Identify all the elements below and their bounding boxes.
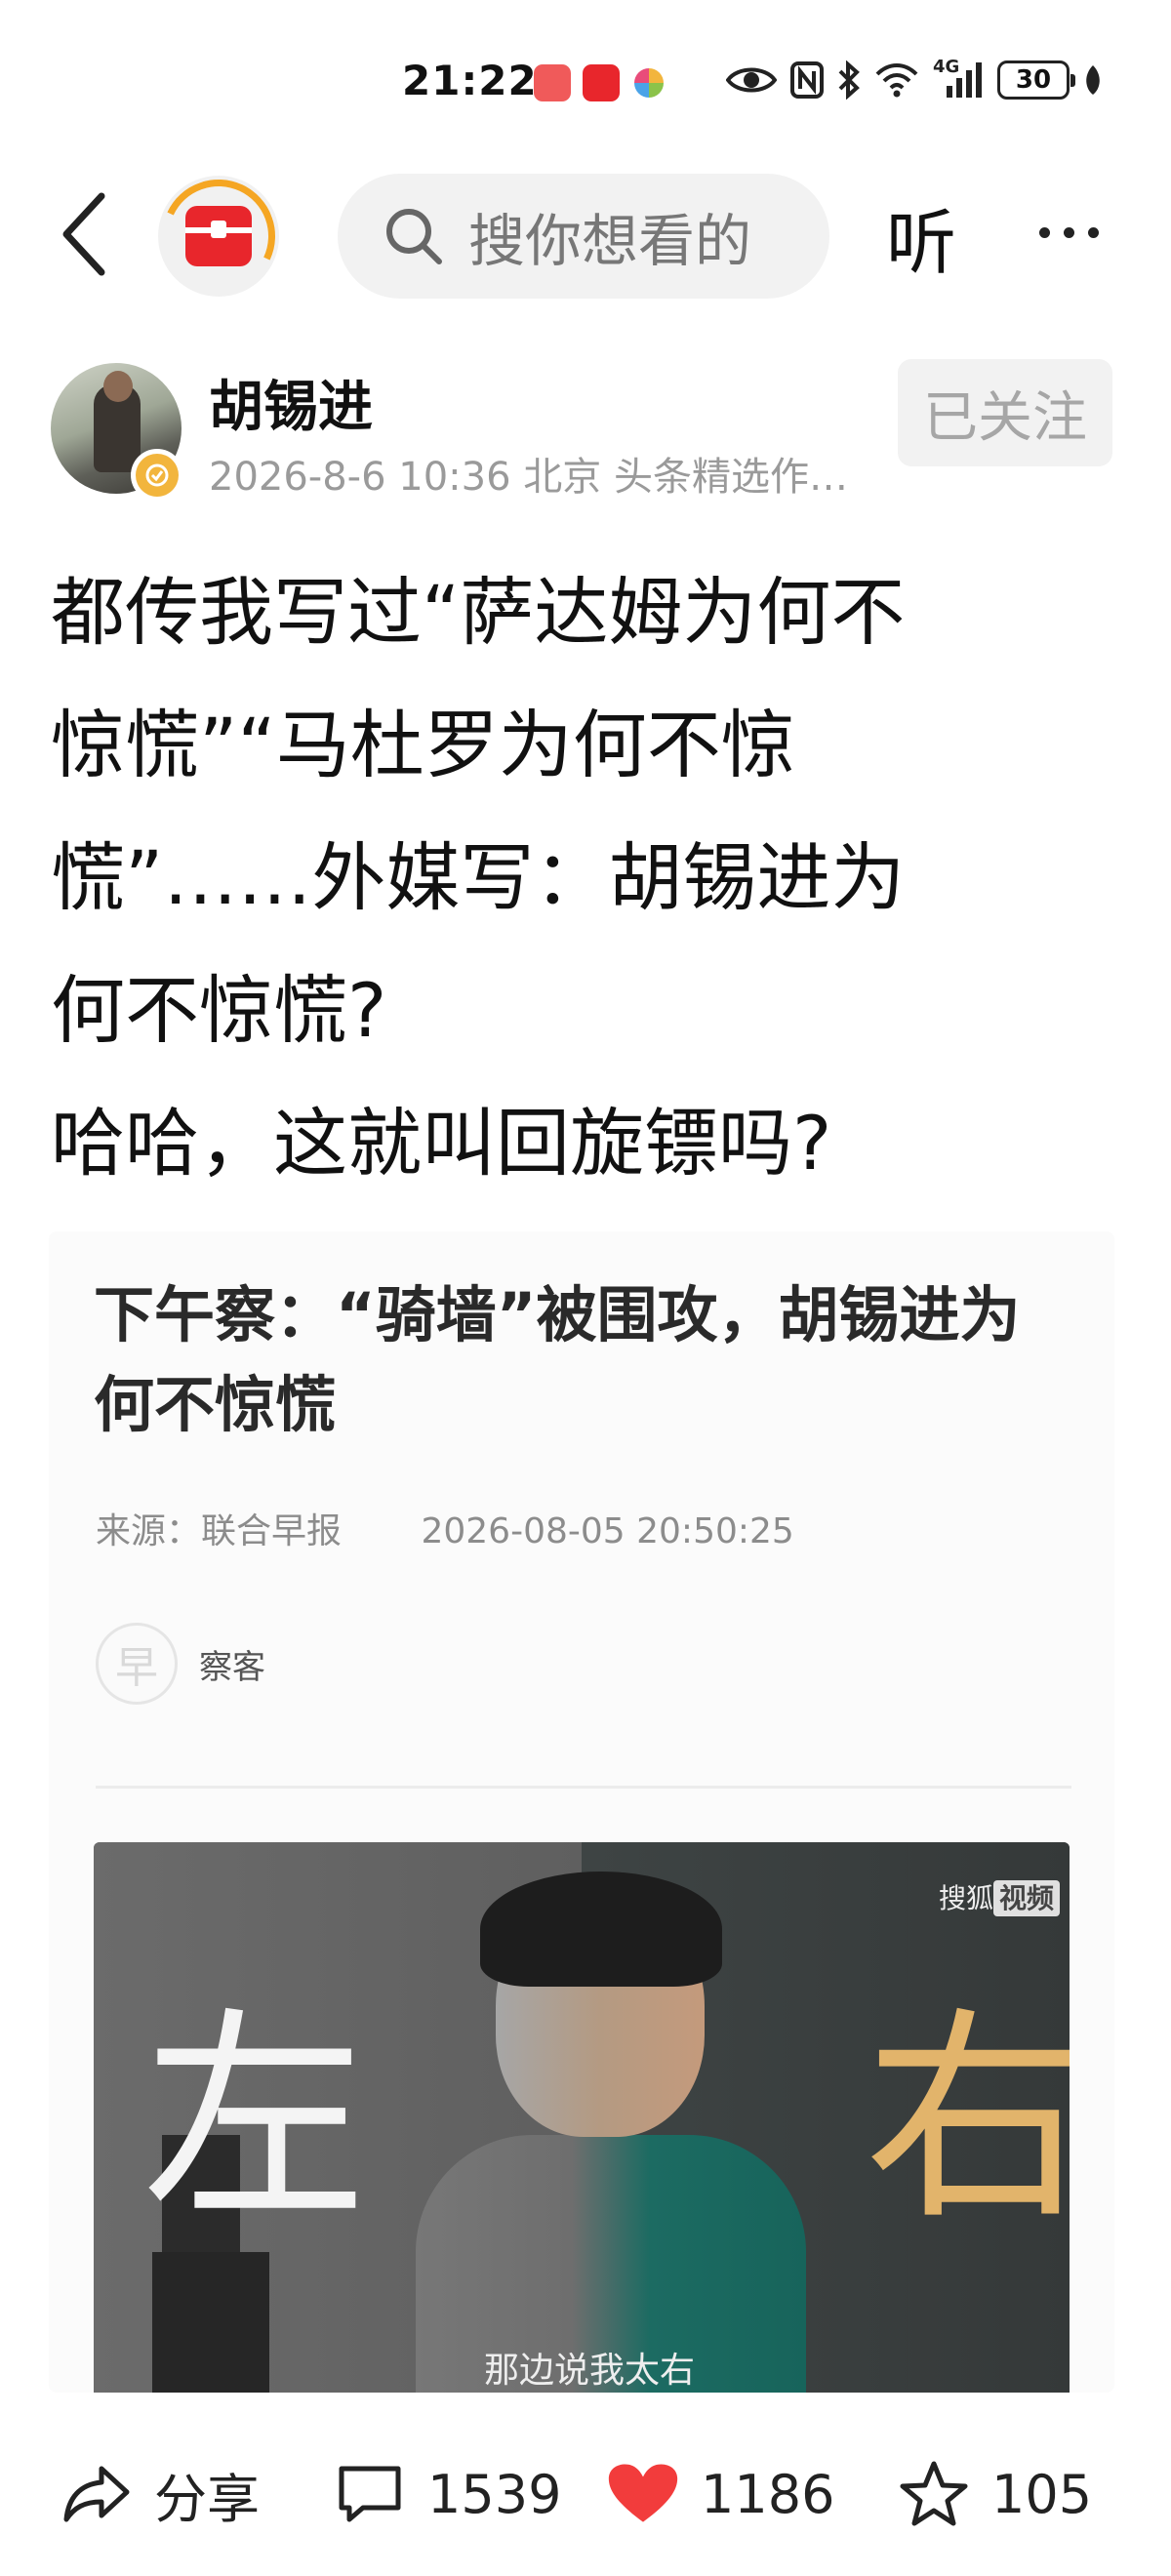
status-time: 21:22 bbox=[402, 57, 538, 104]
more-dot-icon bbox=[1063, 226, 1074, 238]
like-count: 1186 bbox=[701, 2463, 835, 2525]
top-nav-bar: 搜你想看的 听 bbox=[0, 163, 1171, 309]
status-icons: 4G 30 bbox=[726, 57, 1103, 101]
share-label: 分享 bbox=[154, 2468, 260, 2530]
author-row: 胡锡进 2026-8-6 10:36 北京 头条精选作… 已关注 bbox=[0, 359, 1171, 505]
red-packet-activity-button[interactable] bbox=[145, 163, 292, 309]
article-date: 2026-08-05 20:50:25 bbox=[421, 1511, 794, 1551]
more-dot-icon bbox=[1087, 226, 1099, 238]
share-button[interactable]: 分享 bbox=[61, 2455, 260, 2533]
share-icon bbox=[61, 2458, 133, 2530]
follow-button[interactable]: 已关注 bbox=[898, 359, 1112, 466]
bluetooth-icon bbox=[837, 59, 861, 101]
post-text-line: 哈哈，这就叫回旋镖吗? bbox=[51, 1100, 832, 1187]
post-text-line: 惊慌”“马杜罗为何不惊 bbox=[51, 702, 795, 788]
wifi-icon bbox=[874, 59, 919, 101]
article-source: 来源：联合早报 bbox=[96, 1511, 343, 1551]
person-hair bbox=[480, 1872, 722, 1987]
watermark-prefix: 搜狐 bbox=[938, 1882, 993, 1914]
book-shape bbox=[152, 2252, 269, 2393]
photo-left-character: 左 bbox=[142, 1990, 368, 2250]
red-packet-icon bbox=[185, 206, 252, 266]
photo-right-character: 右 bbox=[865, 1990, 1070, 2250]
article-author-row: 早 察客 bbox=[96, 1620, 265, 1708]
star-icon bbox=[898, 2458, 970, 2530]
photo-caption: 那边说我太右 bbox=[484, 2351, 696, 2391]
eye-icon bbox=[726, 59, 777, 101]
embedded-article-image[interactable]: 下午察：“骑墙”被围攻，胡锡进为何不惊慌 来源：联合早报 2026-08-05 … bbox=[49, 1231, 1114, 2393]
verified-badge-icon bbox=[131, 449, 183, 502]
post-meta: 2026-8-6 10:36 北京 头条精选作… bbox=[209, 455, 848, 500]
post-text: 都传我写过“萨达姆为何不 惊慌”“马杜罗为何不惊 慌”……外媒写：胡锡进为 何不… bbox=[51, 546, 1124, 1210]
divider bbox=[96, 1786, 1071, 1789]
avatar-head bbox=[103, 371, 133, 402]
huawei-app-icon bbox=[583, 64, 620, 101]
back-button[interactable] bbox=[39, 185, 127, 283]
heart-icon bbox=[607, 2458, 679, 2530]
post-text-line: 慌”……外媒写：胡锡进为 bbox=[51, 834, 906, 921]
more-options-button[interactable] bbox=[1015, 183, 1122, 281]
video-watermark: 搜狐 视频 bbox=[939, 1877, 1060, 1916]
comment-count: 1539 bbox=[427, 2463, 562, 2525]
post-text-line: 何不惊慌? bbox=[51, 967, 387, 1054]
bottom-action-bar: 分享 1539 1186 105 bbox=[0, 2410, 1171, 2576]
post-text-line: 都传我写过“萨达姆为何不 bbox=[51, 569, 906, 656]
network-type: 4G bbox=[933, 57, 960, 77]
battery-indicator: 30 bbox=[997, 60, 1075, 100]
nfc-icon bbox=[790, 59, 824, 101]
comment-button[interactable]: 1539 bbox=[334, 2455, 561, 2533]
author-name[interactable]: 胡锡进 bbox=[209, 363, 373, 442]
search-bar[interactable]: 搜你想看的 bbox=[338, 174, 829, 299]
leaf-icon bbox=[1083, 59, 1103, 101]
article-photo: 左 右 搜狐 视频 那边说我太右 bbox=[94, 1842, 1070, 2393]
listen-button[interactable]: 听 bbox=[886, 185, 956, 288]
source-logo-icon: 早 bbox=[96, 1623, 178, 1705]
search-icon bbox=[386, 209, 442, 264]
watermark-tag: 视频 bbox=[992, 1880, 1060, 1916]
search-placeholder: 搜你想看的 bbox=[468, 208, 752, 274]
status-bar: 21:22 4G 30 bbox=[0, 0, 1171, 166]
signal-icon: 4G bbox=[933, 57, 984, 101]
like-button[interactable]: 1186 bbox=[607, 2455, 834, 2533]
pinwheel-app-icon bbox=[634, 68, 664, 98]
chevron-left-icon bbox=[62, 192, 105, 276]
article-author-name: 察客 bbox=[199, 1647, 265, 1687]
favorite-button[interactable]: 105 bbox=[898, 2455, 1092, 2533]
article-meta: 来源：联合早报 2026-08-05 20:50:25 bbox=[96, 1503, 794, 1553]
article-title: 下午察：“骑墙”被围攻，胡锡进为何不惊慌 bbox=[94, 1279, 1021, 1440]
comment-icon bbox=[334, 2458, 406, 2530]
notification-app-icon bbox=[534, 64, 571, 101]
more-dot-icon bbox=[1038, 226, 1050, 238]
favorite-count: 105 bbox=[991, 2463, 1093, 2525]
